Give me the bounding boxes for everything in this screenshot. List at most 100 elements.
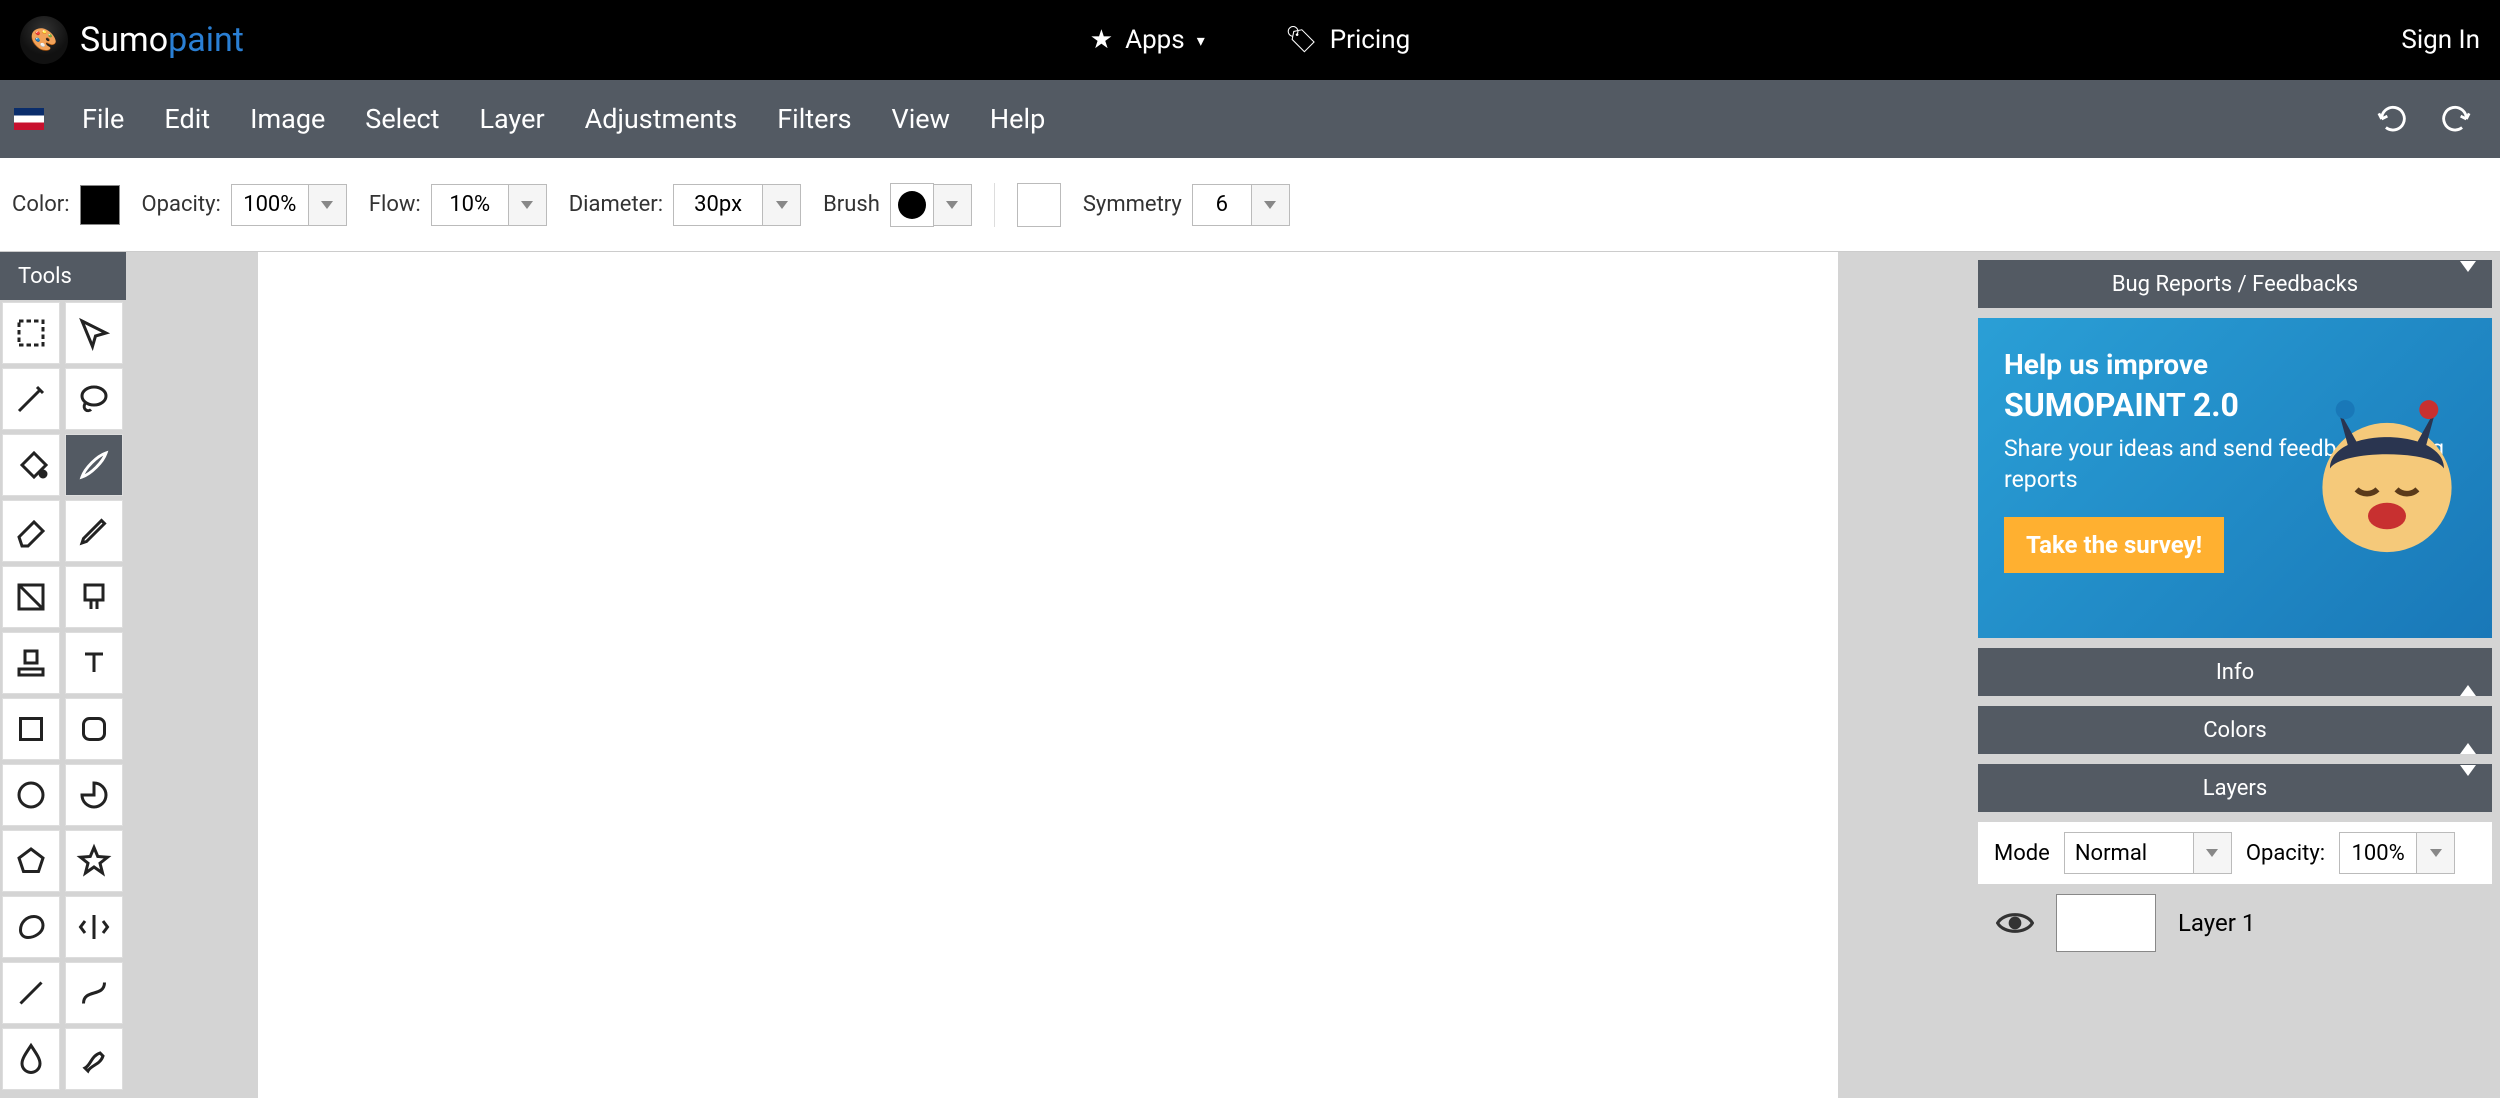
- brush-preview[interactable]: [890, 183, 934, 227]
- tool-clone[interactable]: [65, 566, 123, 628]
- signin-button[interactable]: Sign In: [2401, 25, 2480, 55]
- opacity-group: Opacity:: [142, 184, 347, 226]
- tool-lasso[interactable]: [65, 368, 123, 430]
- pricing-link[interactable]: 🏷 Pricing: [1285, 25, 1410, 55]
- symmetry-group: Symmetry: [1083, 184, 1290, 226]
- tool-polygon[interactable]: [2, 830, 60, 892]
- tool-rounded-rect[interactable]: [65, 698, 123, 760]
- tool-fill[interactable]: [2, 434, 60, 496]
- tool-rectangle[interactable]: [2, 698, 60, 760]
- color-group: Color:: [12, 185, 120, 225]
- layer-thumbnail: [2056, 894, 2156, 952]
- color-label: Color:: [12, 192, 70, 217]
- tool-marquee[interactable]: [2, 302, 60, 364]
- chevron-down-icon: [521, 201, 533, 209]
- menu-bar: File Edit Image Select Layer Adjustments…: [0, 80, 2500, 158]
- tool-wand[interactable]: [2, 368, 60, 430]
- diameter-label: Diameter:: [569, 192, 663, 217]
- info-panel-header[interactable]: Info: [1978, 648, 2492, 696]
- symmetry-dropdown[interactable]: [1252, 184, 1290, 226]
- color-swatch[interactable]: [80, 185, 120, 225]
- menu-view[interactable]: View: [872, 103, 970, 135]
- collapse-icon: [2460, 776, 2476, 801]
- diameter-dropdown[interactable]: [763, 184, 801, 226]
- diameter-input[interactable]: [673, 184, 763, 226]
- layers-options: Mode Opacity:: [1978, 822, 2492, 884]
- undo-redo-group: [2376, 102, 2486, 136]
- mode-label: Mode: [1994, 841, 2050, 866]
- opacity-dropdown[interactable]: [309, 184, 347, 226]
- tool-symmetry[interactable]: [65, 896, 123, 958]
- mascot-icon: [2292, 383, 2482, 573]
- layer-opacity-dropdown[interactable]: [2417, 832, 2455, 874]
- menu-file[interactable]: File: [62, 103, 144, 135]
- menu-layer[interactable]: Layer: [460, 103, 565, 135]
- logo-text-a: Sumo: [80, 20, 168, 60]
- blend-mode-select[interactable]: [2064, 832, 2194, 874]
- tool-stamp[interactable]: [2, 632, 60, 694]
- tool-gradient[interactable]: [2, 566, 60, 628]
- blend-mode-dropdown[interactable]: [2194, 832, 2232, 874]
- flow-dropdown[interactable]: [509, 184, 547, 226]
- tool-line[interactable]: [2, 962, 60, 1024]
- layer-row[interactable]: Layer 1: [1978, 884, 2492, 962]
- tool-pencil[interactable]: [65, 500, 123, 562]
- pricing-label: Pricing: [1330, 25, 1410, 55]
- layers-panel-header[interactable]: Layers: [1978, 764, 2492, 812]
- tool-curve[interactable]: [65, 962, 123, 1024]
- symmetry-label: Symmetry: [1083, 192, 1182, 217]
- collapse-icon: [2460, 272, 2476, 297]
- take-survey-button[interactable]: Take the survey!: [2004, 517, 2224, 573]
- brush-group: Brush: [823, 183, 972, 227]
- header-center: ★ Apps ▾ 🏷 Pricing: [1090, 25, 1410, 55]
- undo-icon[interactable]: [2376, 102, 2410, 136]
- tool-blur[interactable]: [2, 1028, 60, 1090]
- tool-move[interactable]: [65, 302, 123, 364]
- menu-filters[interactable]: Filters: [757, 103, 871, 135]
- tools-grid: [0, 300, 126, 1092]
- tool-custom-shape[interactable]: [2, 896, 60, 958]
- flow-input[interactable]: [431, 184, 509, 226]
- colors-panel-header[interactable]: Colors: [1978, 706, 2492, 754]
- brush-dropdown[interactable]: [934, 184, 972, 226]
- colors-title: Colors: [2203, 718, 2267, 743]
- menu-adjustments[interactable]: Adjustments: [565, 103, 758, 135]
- app-header: 🎨 Sumopaint ★ Apps ▾ 🏷 Pricing Sign In: [0, 0, 2500, 80]
- menu-select[interactable]: Select: [345, 103, 459, 135]
- redo-icon[interactable]: [2438, 102, 2472, 136]
- symmetry-input[interactable]: [1192, 184, 1252, 226]
- logo[interactable]: 🎨 Sumopaint: [20, 16, 244, 64]
- divider: [994, 183, 995, 227]
- tool-pie[interactable]: [65, 764, 123, 826]
- tool-eraser[interactable]: [2, 500, 60, 562]
- language-flag-icon[interactable]: [14, 108, 44, 130]
- opacity-input[interactable]: [231, 184, 309, 226]
- tools-panel: Tools: [0, 252, 126, 1098]
- menu-image[interactable]: Image: [230, 103, 345, 135]
- chevron-down-icon: [2430, 849, 2442, 857]
- tool-star[interactable]: [65, 830, 123, 892]
- visibility-icon[interactable]: [1996, 909, 2034, 937]
- bug-reports-panel-header[interactable]: Bug Reports / Feedbacks: [1978, 260, 2492, 308]
- tool-text[interactable]: [65, 632, 123, 694]
- secondary-swatch[interactable]: [1017, 183, 1061, 227]
- menu-help[interactable]: Help: [970, 103, 1065, 135]
- tool-brush[interactable]: [65, 434, 123, 496]
- chevron-down-icon: [2206, 849, 2218, 857]
- opacity-label: Opacity:: [142, 192, 221, 217]
- expand-icon: [2460, 660, 2476, 685]
- layer-name: Layer 1: [2178, 909, 2255, 937]
- logo-text: Sumopaint: [80, 20, 244, 60]
- layer-opacity-input[interactable]: [2339, 832, 2417, 874]
- tool-smudge[interactable]: [65, 1028, 123, 1090]
- flow-label: Flow:: [369, 192, 421, 217]
- layer-opacity-label: Opacity:: [2246, 841, 2325, 866]
- chevron-down-icon: [776, 201, 788, 209]
- chevron-down-icon: [1264, 201, 1276, 209]
- apps-menu[interactable]: ★ Apps ▾: [1090, 25, 1205, 55]
- tool-ellipse[interactable]: [2, 764, 60, 826]
- expand-icon: [2460, 718, 2476, 743]
- menu-edit[interactable]: Edit: [144, 103, 230, 135]
- canvas[interactable]: [258, 252, 1838, 1098]
- diameter-group: Diameter:: [569, 184, 801, 226]
